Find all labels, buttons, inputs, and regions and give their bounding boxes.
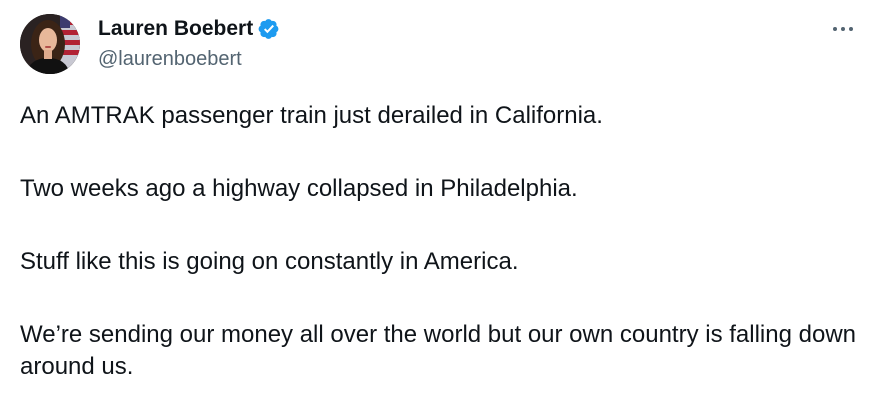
author-identity: Lauren Boebert @laurenboebert [98, 16, 280, 72]
tweet-paragraph: An AMTRAK passenger train just derailed … [20, 102, 603, 129]
more-options-icon [833, 27, 853, 31]
tweet-paragraph: Stuff like this is going on constantly i… [20, 248, 519, 275]
display-name[interactable]: Lauren Boebert [98, 16, 253, 42]
name-row: Lauren Boebert [98, 16, 280, 42]
tweet-header: Lauren Boebert @laurenboebert [20, 12, 860, 76]
author-handle[interactable]: @laurenboebert [98, 46, 280, 72]
tweet-text: An AMTRAK passenger train just derailed … [20, 100, 870, 383]
tweet-paragraph: Two weeks ago a highway collapsed in Phi… [20, 175, 578, 202]
verified-badge-icon[interactable] [258, 18, 280, 40]
tweet-card: Lauren Boebert @laurenboebert An AMTRAK … [0, 0, 880, 404]
more-options-button[interactable] [826, 16, 860, 42]
tweet-paragraph: We’re sending our money all over the wor… [20, 321, 856, 380]
profile-photo [20, 14, 80, 74]
avatar[interactable] [20, 14, 80, 74]
